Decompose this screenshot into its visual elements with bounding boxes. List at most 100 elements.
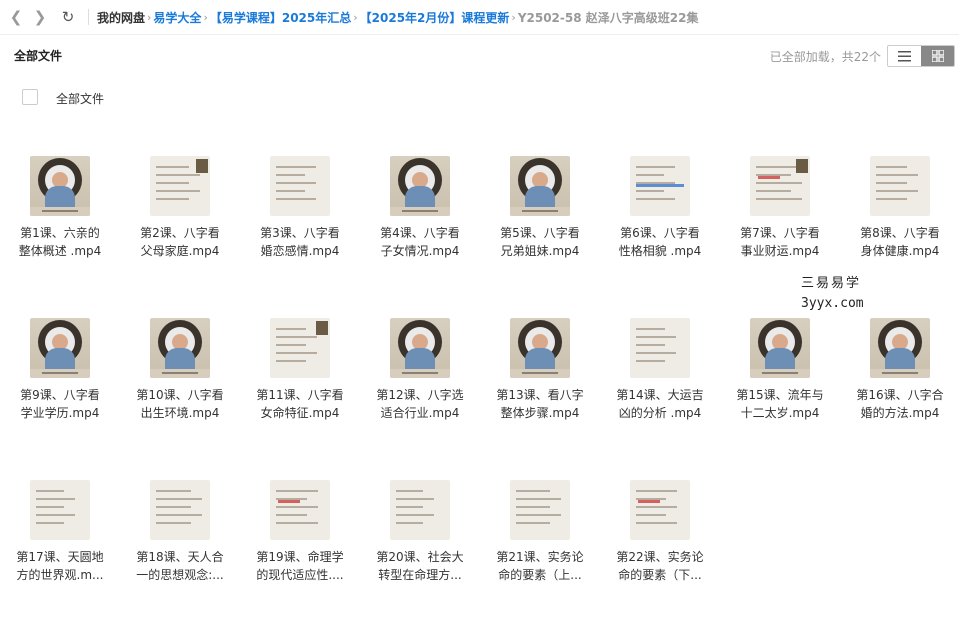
video-thumbnail bbox=[30, 480, 90, 540]
refresh-icon[interactable]: ↻ bbox=[60, 8, 76, 26]
file-name-line1: 第20课、社会大 bbox=[376, 550, 464, 564]
chevron-right-icon: › bbox=[353, 10, 358, 24]
file-item[interactable]: 第3课、八字看 婚恋感情.mp4 bbox=[240, 148, 360, 298]
select-all-label: 全部文件 bbox=[56, 92, 105, 106]
chevron-right-icon: › bbox=[203, 10, 208, 24]
grid-view-button[interactable] bbox=[921, 46, 954, 66]
file-name-line1: 第16课、八字合 bbox=[856, 388, 944, 402]
file-item[interactable]: 第19课、命理学 的现代适应性.... bbox=[240, 472, 360, 622]
select-all-checkbox[interactable] bbox=[22, 89, 38, 105]
list-view-button[interactable] bbox=[888, 46, 921, 66]
file-name-line2: 身体健康.mp4 bbox=[860, 244, 940, 258]
file-item[interactable]: 第22课、实务论 命的要素（下... bbox=[600, 472, 720, 622]
file-name: 第12课、八字选 适合行业.mp4 bbox=[360, 386, 480, 422]
video-thumbnail bbox=[510, 480, 570, 540]
file-name-line2: 十二太岁.mp4 bbox=[740, 406, 820, 420]
grid-view-icon bbox=[931, 50, 944, 62]
file-name-line2: 命的要素（上... bbox=[498, 568, 582, 582]
video-thumbnail bbox=[30, 318, 90, 378]
video-thumbnail bbox=[630, 480, 690, 540]
file-name-line1: 第8课、八字看 bbox=[860, 226, 940, 240]
file-item[interactable]: 第13课、看八字 整体步骤.mp4 bbox=[480, 310, 600, 460]
file-name: 第22课、实务论 命的要素（下... bbox=[600, 548, 720, 584]
file-item[interactable]: 第4课、八字看 子女情况.mp4 bbox=[360, 148, 480, 298]
watermark-line2: 3yyx.com bbox=[801, 296, 864, 311]
file-name: 第4课、八字看 子女情况.mp4 bbox=[360, 224, 480, 260]
file-item[interactable]: 第2课、八字看 父母家庭.mp4 bbox=[120, 148, 240, 298]
file-name-line1: 第12课、八字选 bbox=[376, 388, 464, 402]
file-name-line1: 第10课、八字看 bbox=[136, 388, 224, 402]
video-thumbnail bbox=[150, 480, 210, 540]
video-thumbnail bbox=[750, 318, 810, 378]
file-item[interactable]: 第6课、八字看 性格相貌 .mp4 bbox=[600, 148, 720, 298]
load-status: 已全部加载，共22个 bbox=[769, 50, 881, 64]
file-item[interactable]: 第16课、八字合 婚的方法.mp4 bbox=[840, 310, 959, 460]
file-item[interactable]: 第20课、社会大 转型在命理方... bbox=[360, 472, 480, 622]
file-name-line2: 出生环境.mp4 bbox=[140, 406, 220, 420]
chevron-right-icon: › bbox=[147, 10, 152, 24]
breadcrumb-item[interactable]: 易学大全 bbox=[153, 9, 201, 26]
back-arrow-icon[interactable]: ❮ bbox=[8, 8, 24, 26]
file-name-line1: 第11课、八字看 bbox=[256, 388, 344, 402]
breadcrumb-root[interactable]: 我的网盘 bbox=[97, 9, 145, 26]
file-name-line1: 第18课、天人合 bbox=[136, 550, 224, 564]
file-name: 第19课、命理学 的现代适应性.... bbox=[240, 548, 360, 584]
file-name-line2: 父母家庭.mp4 bbox=[140, 244, 220, 258]
watermark-line1: 三易易学 bbox=[801, 276, 862, 291]
file-item[interactable]: 第1课、六亲的 整体概述 .mp4 bbox=[0, 148, 120, 298]
file-item[interactable]: 第10课、八字看 出生环境.mp4 bbox=[120, 310, 240, 460]
breadcrumb-item[interactable]: 【2025年2月份】课程更新 bbox=[360, 9, 510, 26]
video-thumbnail bbox=[390, 480, 450, 540]
file-name: 第3课、八字看 婚恋感情.mp4 bbox=[240, 224, 360, 260]
file-name: 第10课、八字看 出生环境.mp4 bbox=[120, 386, 240, 422]
file-name-line2: 学业学历.mp4 bbox=[20, 406, 100, 420]
file-name-line1: 第9课、八字看 bbox=[20, 388, 100, 402]
file-name: 第17课、天圆地 方的世界观.m... bbox=[0, 548, 120, 584]
file-name-line2: 婚恋感情.mp4 bbox=[260, 244, 340, 258]
file-name-line2: 的现代适应性.... bbox=[256, 568, 344, 582]
file-name: 第13课、看八字 整体步骤.mp4 bbox=[480, 386, 600, 422]
file-name-line1: 第7课、八字看 bbox=[740, 226, 820, 240]
file-name-line1: 第2课、八字看 bbox=[140, 226, 220, 240]
file-name-line1: 第6课、八字看 bbox=[620, 226, 700, 240]
file-name-line2: 方的世界观.m... bbox=[16, 568, 104, 582]
file-item[interactable]: 第14课、大运吉 凶的分析 .mp4 bbox=[600, 310, 720, 460]
file-name-line1: 第14课、大运吉 bbox=[616, 388, 704, 402]
video-thumbnail bbox=[150, 318, 210, 378]
file-name-line1: 第13课、看八字 bbox=[496, 388, 584, 402]
file-name: 第5课、八字看 兄弟姐妹.mp4 bbox=[480, 224, 600, 260]
file-name-line2: 适合行业.mp4 bbox=[380, 406, 460, 420]
file-item[interactable]: 第17课、天圆地 方的世界观.m... bbox=[0, 472, 120, 622]
select-all-row: 全部文件 bbox=[0, 80, 959, 114]
file-item[interactable]: 第11课、八字看 女命特征.mp4 bbox=[240, 310, 360, 460]
file-item[interactable]: 第12课、八字选 适合行业.mp4 bbox=[360, 310, 480, 460]
video-thumbnail bbox=[390, 318, 450, 378]
video-thumbnail bbox=[270, 480, 330, 540]
file-name-line1: 第21课、实务论 bbox=[496, 550, 584, 564]
file-name-line2: 女命特征.mp4 bbox=[260, 406, 340, 420]
file-name: 第11课、八字看 女命特征.mp4 bbox=[240, 386, 360, 422]
forward-arrow-icon[interactable]: ❯ bbox=[32, 8, 48, 26]
view-toggle bbox=[887, 45, 955, 67]
file-item[interactable]: 第15课、流年与 十二太岁.mp4 bbox=[720, 310, 840, 460]
file-name: 第1课、六亲的 整体概述 .mp4 bbox=[0, 224, 120, 260]
video-thumbnail bbox=[750, 156, 810, 216]
video-thumbnail bbox=[870, 318, 930, 378]
file-name-line1: 第22课、实务论 bbox=[616, 550, 704, 564]
file-name: 第2课、八字看 父母家庭.mp4 bbox=[120, 224, 240, 260]
file-name-line2: 一的思想观念:... bbox=[136, 568, 224, 582]
file-name-line1: 第1课、六亲的 bbox=[20, 226, 100, 240]
breadcrumb-item[interactable]: 【易学课程】2025年汇总 bbox=[210, 9, 351, 26]
file-item[interactable]: 第21课、实务论 命的要素（上... bbox=[480, 472, 600, 622]
breadcrumb: 我的网盘 › 易学大全 › 【易学课程】2025年汇总 › 【2025年2月份】… bbox=[97, 9, 698, 26]
video-thumbnail bbox=[390, 156, 450, 216]
file-name-line2: 婚的方法.mp4 bbox=[860, 406, 940, 420]
video-thumbnail bbox=[270, 318, 330, 378]
list-view-icon bbox=[898, 50, 911, 61]
file-item[interactable]: 第9课、八字看 学业学历.mp4 bbox=[0, 310, 120, 460]
video-thumbnail bbox=[270, 156, 330, 216]
file-item[interactable]: 第5课、八字看 兄弟姐妹.mp4 bbox=[480, 148, 600, 298]
file-name: 第15课、流年与 十二太岁.mp4 bbox=[720, 386, 840, 422]
section-title: 全部文件 bbox=[14, 49, 63, 63]
file-item[interactable]: 第18课、天人合 一的思想观念:... bbox=[120, 472, 240, 622]
